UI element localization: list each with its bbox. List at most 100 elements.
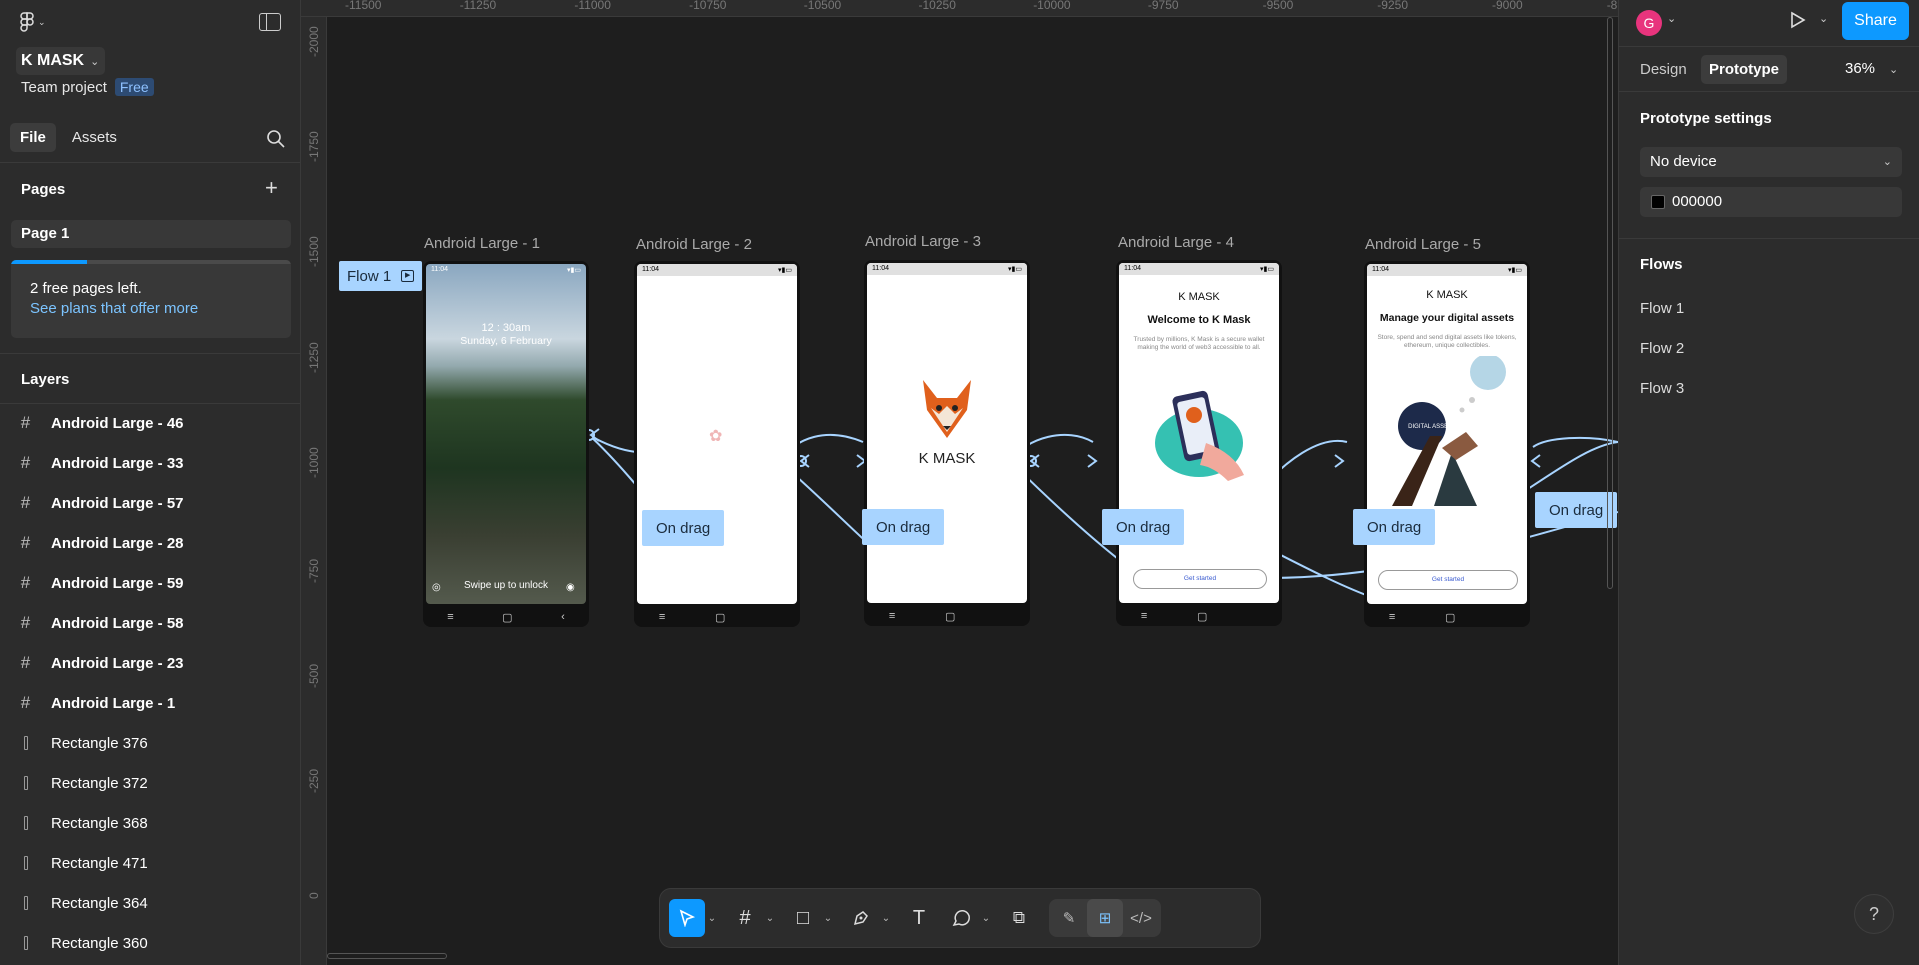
see-plans-link[interactable]: See plans that offer more	[30, 300, 198, 317]
layer-item[interactable]: # Android Large - 23	[0, 643, 300, 683]
project-name[interactable]: K MASK ⌄	[16, 47, 106, 75]
frame-tool-button[interactable]: #	[727, 899, 763, 937]
layer-item[interactable]: # Android Large - 59	[0, 563, 300, 603]
interaction-label[interactable]: On drag	[1353, 509, 1436, 545]
frame-label[interactable]: Android Large - 5	[1365, 236, 1481, 253]
ruler-tick: -10000	[1033, 0, 1071, 12]
get-started-button[interactable]: Get started	[1133, 569, 1267, 589]
main-menu[interactable]: ⌄	[20, 12, 46, 32]
search-icon[interactable]	[266, 129, 286, 149]
pages-usage-fill	[11, 260, 87, 264]
flow-item-2[interactable]: Flow 2	[1640, 340, 1684, 357]
frame-android-large-1[interactable]: 11:04 ▾▮▭ 12 : 30am Sunday, 6 February Sw…	[423, 261, 589, 627]
share-button[interactable]: Share	[1842, 2, 1909, 40]
chevron-down-icon[interactable]: ⌄	[821, 913, 835, 924]
frame-android-large-2[interactable]: 11:04 ▾▮▭ ✿ ≡ ▢	[634, 261, 800, 627]
splash-screen: 11:04 ▾▮▭ ✿	[637, 264, 797, 604]
nav-bar: ≡ ▢	[1116, 606, 1282, 626]
tab-design[interactable]: Design	[1632, 55, 1695, 84]
left-tabs: File Assets	[10, 123, 127, 152]
background-color-field[interactable]: 000000	[1640, 187, 1902, 217]
frame-label[interactable]: Android Large - 3	[865, 233, 981, 250]
move-tool-button[interactable]	[669, 899, 705, 937]
zoom-value: 36%	[1845, 60, 1876, 77]
layer-item[interactable]: # Android Large - 57	[0, 483, 300, 523]
text-tool-button[interactable]: T	[901, 899, 937, 937]
frame-android-large-3[interactable]: 11:04 ▾▮▭ K MASK ≡ ▢	[864, 260, 1030, 626]
layer-item[interactable]: Rectangle 372	[0, 763, 300, 803]
frame-icon: #	[20, 453, 31, 472]
chevron-down-icon[interactable]: ⌄	[879, 913, 893, 924]
rectangle-tool-button[interactable]: □	[785, 899, 821, 937]
text-icon: T	[912, 906, 926, 929]
play-frame-icon: ▶	[401, 270, 415, 282]
add-page-icon[interactable]: +	[265, 177, 278, 199]
vertical-scrollbar[interactable]	[1607, 17, 1613, 589]
layer-item[interactable]: # Android Large - 33	[0, 443, 300, 483]
layer-item[interactable]: Rectangle 360	[0, 923, 300, 963]
phone-hand-illustration	[1155, 390, 1244, 481]
prototype-mode-button[interactable]: ⊞	[1087, 899, 1123, 937]
layer-name: Android Large - 57	[51, 494, 184, 512]
layer-item[interactable]: # Android Large - 1	[0, 683, 300, 723]
layer-item[interactable]: Rectangle 471	[0, 843, 300, 883]
interaction-label[interactable]: On drag	[1102, 509, 1185, 545]
home-icon: ▢	[502, 611, 513, 624]
help-button[interactable]: ?	[1854, 894, 1894, 934]
frame-icon: #	[20, 613, 31, 632]
flow-item-1[interactable]: Flow 1	[1640, 300, 1684, 317]
color-swatch[interactable]	[1651, 195, 1665, 209]
tab-assets[interactable]: Assets	[62, 123, 127, 152]
comment-tool-button[interactable]	[943, 899, 979, 937]
ruler-left: -2000 -1750 -1500 -1250 -1000 -750 -500 -250 0	[301, 17, 327, 965]
chevron-down-icon[interactable]: ⌄	[1819, 12, 1828, 25]
layer-item[interactable]: Rectangle 364	[0, 883, 300, 923]
assets-body: Store, spend and send digital assets lik…	[1377, 334, 1517, 349]
layer-item[interactable]: Rectangle 368	[0, 803, 300, 843]
menu-icon: ≡	[1388, 611, 1396, 623]
interaction-label[interactable]: On drag	[642, 510, 725, 546]
frame-android-large-5[interactable]: 11:04 ▾▮▭ K MASK Manage your digital asse…	[1364, 261, 1530, 627]
menu-icon: ≡	[658, 611, 666, 623]
pen-tool-button[interactable]	[843, 899, 879, 937]
actions-button[interactable]: ⧉	[1001, 899, 1037, 937]
frame-label[interactable]: Android Large - 4	[1118, 234, 1234, 251]
chevron-down-icon[interactable]: ⌄	[1667, 12, 1676, 25]
layer-item[interactable]: # Android Large - 46	[0, 403, 300, 443]
layer-item[interactable]: # Android Large - 58	[0, 603, 300, 643]
interaction-label[interactable]: On drag	[862, 509, 945, 545]
chevron-down-icon[interactable]: ⌄	[979, 913, 993, 924]
layer-item[interactable]: Rectangle 376	[0, 723, 300, 763]
present-button[interactable]	[1787, 10, 1807, 35]
chevron-down-icon[interactable]: ⌄	[705, 913, 719, 924]
horizontal-scrollbar[interactable]	[327, 953, 447, 959]
draw-mode-button[interactable]: ✎	[1051, 899, 1087, 937]
home-icon: ▢	[1445, 611, 1456, 624]
zoom-level[interactable]: 36% ⌄	[1845, 60, 1898, 77]
brand-name: K MASK	[918, 450, 976, 467]
frame-android-large-4[interactable]: 11:04 ▾▮▭ K MASK Welcome to K Mask Truste…	[1116, 260, 1282, 626]
get-started-button[interactable]: Get started	[1378, 570, 1518, 590]
frame-label[interactable]: Android Large - 2	[636, 236, 752, 253]
chevron-down-icon[interactable]: ⌄	[763, 913, 777, 924]
layer-item[interactable]: # Android Large - 28	[0, 523, 300, 563]
figma-logo-icon	[20, 12, 34, 32]
avatar[interactable]: G	[1636, 10, 1662, 36]
interaction-label[interactable]: On drag	[1535, 492, 1618, 528]
sidebar-toggle-icon[interactable]	[259, 13, 281, 31]
ruler-tick: -250	[307, 769, 321, 794]
ruler-tick: -11000	[574, 0, 611, 12]
tab-prototype[interactable]: Prototype	[1701, 55, 1788, 84]
pages-title: Pages	[21, 181, 66, 198]
page-item-1[interactable]: Page 1	[11, 220, 291, 248]
canvas[interactable]: Flow 1 ▶ Android Large - 1 11:04 ▾▮▭ 12 :…	[327, 17, 1618, 965]
flow-start-label[interactable]: Flow 1 ▶	[339, 261, 423, 291]
device-select[interactable]: No device ⌄	[1640, 147, 1902, 177]
upsell-text: 2 free pages left.	[30, 280, 142, 297]
tab-file[interactable]: File	[10, 123, 56, 152]
frame-label[interactable]: Android Large - 1	[424, 235, 540, 252]
flow-item-3[interactable]: Flow 3	[1640, 380, 1684, 397]
layer-name: Android Large - 1	[51, 694, 176, 712]
right-panel: G ⌄ ⌄ Share Design Prototype 36% ⌄ Protot…	[1618, 0, 1919, 965]
dev-mode-button[interactable]: </>	[1123, 899, 1159, 937]
